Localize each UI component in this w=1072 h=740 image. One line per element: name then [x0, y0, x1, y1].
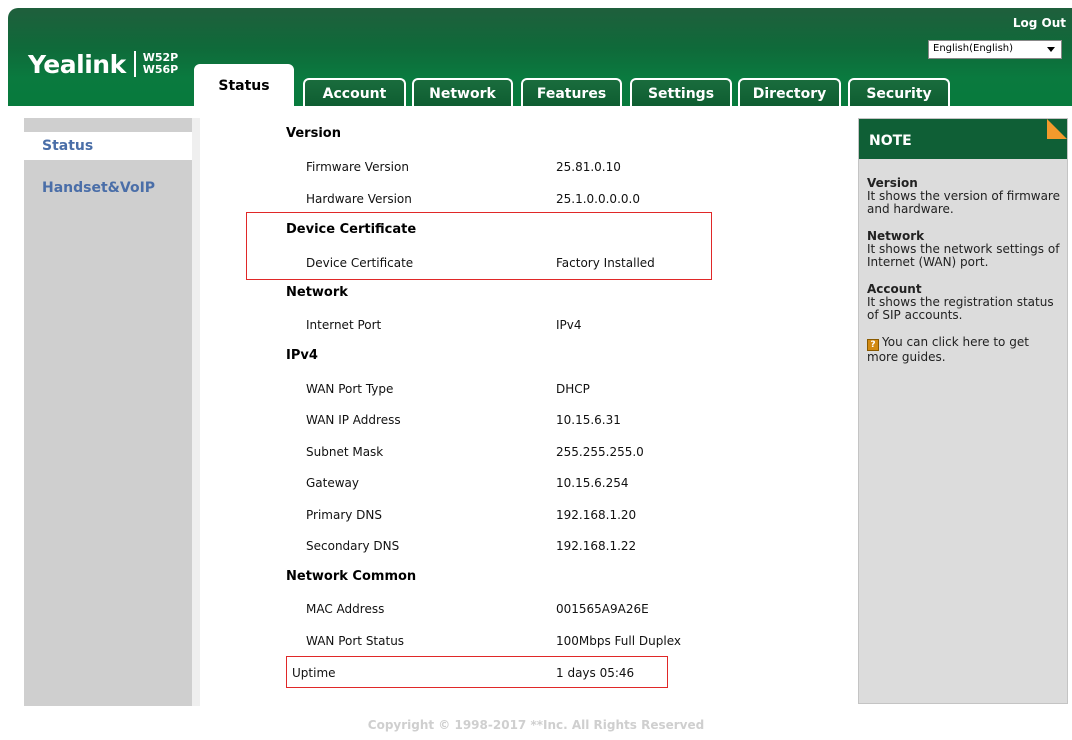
internet-port-label: Internet Port	[306, 318, 382, 332]
tab-status-label: Status	[218, 78, 270, 94]
note-title: NOTE	[869, 133, 912, 149]
sidebar-item-handset-voip[interactable]: Handset&VoIP	[24, 174, 192, 202]
section-version-title: Version	[286, 126, 341, 141]
tab-security[interactable]: Security	[848, 78, 950, 108]
tab-settings[interactable]: Settings	[630, 78, 732, 108]
sidebar-item-label: Handset&VoIP	[42, 180, 156, 196]
copyright-text: Copyright © 1998-2017 **Inc. All Rights …	[367, 718, 705, 732]
yealink-logo: Yealink W52P W56P	[28, 44, 178, 84]
note-network-block: Network It shows the network settings of…	[867, 230, 1063, 269]
hardware-version-value: 25.1.0.0.0.0.0	[556, 192, 640, 206]
gateway-value: 10.15.6.254	[556, 476, 629, 490]
device-certificate-value: Factory Installed	[556, 256, 655, 270]
section-network-common-title: Network Common	[286, 569, 417, 584]
logo-divider	[133, 51, 136, 77]
wan-port-type-value: DHCP	[556, 382, 590, 396]
hardware-version-label: Hardware Version	[306, 192, 412, 206]
language-select[interactable]: English(English)	[928, 40, 1062, 59]
primary-dns-label: Primary DNS	[306, 508, 383, 522]
note-account-text: It shows the registration status of SIP …	[867, 295, 1054, 322]
language-selected-value: English(English)	[933, 43, 1014, 54]
tab-settings-label: Settings	[647, 86, 715, 102]
section-certificate-title: Device Certificate	[286, 222, 417, 237]
note-corner-decoration	[1047, 119, 1067, 139]
sidebar-divider	[192, 118, 200, 706]
status-panel: Version Firmware Version 25.81.0.10 Hard…	[200, 118, 848, 706]
note-account-block: Account It shows the registration status…	[867, 283, 1063, 322]
secondary-dns-value: 192.168.1.22	[556, 539, 637, 553]
wan-port-status-value: 100Mbps Full Duplex	[556, 634, 681, 648]
uptime-label: Uptime	[292, 666, 336, 680]
mac-address-label: MAC Address	[306, 602, 385, 616]
sidebar-item-status[interactable]: Status	[24, 132, 200, 160]
logout-link[interactable]: Log Out	[1013, 16, 1066, 30]
model-names: W52P W56P	[143, 52, 179, 76]
subnet-mask-label: Subnet Mask	[306, 445, 384, 459]
tab-directory[interactable]: Directory	[738, 78, 841, 108]
brand-name: Yealink	[28, 49, 126, 79]
tab-security-label: Security	[866, 86, 932, 102]
tab-status[interactable]: Status	[194, 64, 294, 106]
note-header: NOTE	[859, 119, 1067, 159]
tab-network-label: Network	[429, 86, 496, 102]
note-guide-text[interactable]: You can click here to get more guides.	[867, 335, 1029, 364]
wan-ip-address-label: WAN IP Address	[306, 413, 401, 427]
note-panel: NOTE Version It shows the version of fir…	[858, 118, 1068, 704]
firmware-version-label: Firmware Version	[306, 160, 409, 174]
firmware-version-value: 25.81.0.10	[556, 160, 621, 174]
wan-ip-address-value: 10.15.6.31	[556, 413, 621, 427]
device-certificate-label: Device Certificate	[306, 256, 414, 270]
wan-port-type-label: WAN Port Type	[306, 382, 394, 396]
section-ipv4-title: IPv4	[286, 348, 318, 363]
model-w56p: W56P	[142, 63, 179, 76]
uptime-value: 1 days 05:46	[556, 666, 635, 680]
gateway-label: Gateway	[306, 476, 360, 490]
section-network-title: Network	[286, 285, 348, 300]
chevron-down-icon	[1047, 47, 1055, 52]
sidebar-item-label: Status	[42, 138, 94, 154]
secondary-dns-label: Secondary DNS	[306, 539, 400, 553]
subnet-mask-value: 255.255.255.0	[556, 445, 644, 459]
note-network-text: It shows the network settings of Interne…	[867, 242, 1060, 269]
primary-dns-value: 192.168.1.20	[556, 508, 637, 522]
wan-port-status-label: WAN Port Status	[306, 634, 405, 648]
tab-network[interactable]: Network	[412, 78, 513, 108]
tab-account-label: Account	[322, 86, 387, 102]
tab-features-label: Features	[536, 86, 607, 102]
tab-account[interactable]: Account	[303, 78, 406, 108]
mac-address-value: 001565A9A26E	[556, 602, 649, 616]
tab-features[interactable]: Features	[521, 78, 622, 108]
internet-port-value: IPv4	[556, 318, 582, 332]
tab-directory-label: Directory	[752, 86, 827, 102]
note-version-text: It shows the version of firmware and har…	[867, 189, 1060, 216]
sidebar: Status Handset&VoIP	[24, 118, 200, 706]
note-guide-link[interactable]: ? You can click here to get more guides.	[867, 336, 1063, 364]
note-version-block: Version It shows the version of firmware…	[867, 177, 1063, 216]
note-body: Version It shows the version of firmware…	[867, 177, 1063, 378]
